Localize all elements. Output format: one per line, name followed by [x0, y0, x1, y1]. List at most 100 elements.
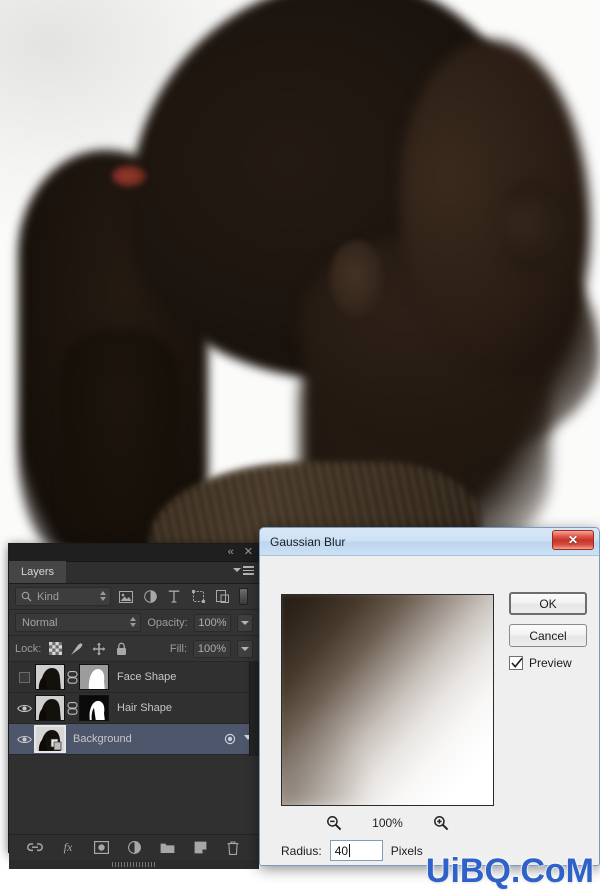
- layer-style-fx-icon[interactable]: fx: [60, 840, 76, 856]
- layer-list-empty-area: [9, 756, 259, 834]
- silhouette-hairband: [112, 165, 146, 187]
- eye-icon: [17, 734, 32, 745]
- layer-visibility-toggle[interactable]: [13, 703, 35, 714]
- preview-checkbox[interactable]: [509, 656, 523, 670]
- layer-list-scrollbar[interactable]: [249, 662, 259, 756]
- filter-kind-label: Kind: [37, 590, 60, 603]
- fill-value[interactable]: 100%: [193, 639, 231, 658]
- layer-filter-row: Kind: [9, 584, 259, 610]
- lock-image-pixels-icon[interactable]: [69, 641, 85, 657]
- shape-layer-filter-icon[interactable]: [189, 588, 207, 606]
- layer-visibility-toggle[interactable]: [13, 734, 35, 745]
- layer-name: Hair Shape: [117, 702, 173, 714]
- filter-kind-spinner[interactable]: [100, 591, 106, 601]
- layer-link-icon[interactable]: [65, 701, 79, 715]
- blend-mode-row: Normal Opacity: 100%: [9, 610, 259, 636]
- table-row[interactable]: Background: [9, 724, 259, 755]
- search-icon: [21, 591, 32, 602]
- panel-resize-grip[interactable]: [9, 860, 259, 869]
- text-caret: [349, 844, 351, 857]
- close-icon-glyph: ✕: [567, 533, 579, 547]
- close-icon[interactable]: ✕: [552, 530, 594, 550]
- zoom-out-icon[interactable]: [326, 815, 342, 831]
- layer-link-icon[interactable]: [65, 670, 79, 684]
- gaussian-blur-dialog: Gaussian Blur ✕ 100% Radius: 40 Pixels O…: [259, 527, 600, 866]
- tab-layers[interactable]: Layers: [9, 561, 67, 583]
- close-panel-icon[interactable]: ✕: [244, 546, 253, 558]
- dialog-body: 100% Radius: 40 Pixels OK Cancel Preview: [260, 556, 599, 865]
- type-layer-filter-icon[interactable]: [165, 588, 183, 606]
- lock-position-icon[interactable]: [91, 641, 107, 657]
- eye-icon: [17, 703, 32, 714]
- fill-dropdown-button[interactable]: [237, 639, 253, 658]
- panel-menu-icon[interactable]: [233, 566, 254, 575]
- adjustment-layer-filter-icon[interactable]: [141, 588, 159, 606]
- eye-off-icon: [18, 671, 30, 683]
- layers-panel-tabrow: Layers: [9, 561, 259, 584]
- filter-toggle-switch[interactable]: [239, 588, 248, 605]
- layer-list: Face Shape Hair Shape Background: [9, 662, 259, 756]
- dialog-titlebar[interactable]: Gaussian Blur ✕: [260, 528, 599, 556]
- lock-row: Lock: Fill: 100%: [9, 636, 259, 662]
- silhouette-ear: [330, 240, 384, 318]
- link-layers-icon[interactable]: [27, 840, 43, 856]
- ok-button[interactable]: OK: [509, 592, 587, 615]
- lock-label: Lock:: [15, 642, 42, 655]
- opacity-label: Opacity:: [147, 616, 188, 629]
- grip-dots-icon: [112, 862, 156, 867]
- layers-panel-titlebar: « ✕: [9, 544, 259, 562]
- layers-panel: « ✕ Layers Kind Normal Opacity: 100% Loc…: [8, 543, 260, 869]
- dialog-button-column: OK Cancel Preview: [509, 592, 589, 670]
- fill-label: Fill:: [169, 642, 187, 655]
- delete-layer-icon[interactable]: [225, 840, 241, 856]
- collapse-panel-icon[interactable]: «: [228, 546, 234, 558]
- preview-zoom-controls: 100%: [281, 812, 494, 834]
- layers-panel-toolbar: fx: [9, 834, 259, 860]
- lock-transparent-pixels-icon[interactable]: [47, 641, 63, 657]
- layer-thumbnail[interactable]: [35, 664, 65, 690]
- lock-all-icon: [224, 733, 237, 748]
- new-group-icon[interactable]: [159, 840, 175, 856]
- table-row[interactable]: Face Shape: [9, 662, 259, 693]
- blend-mode-spinner[interactable]: [130, 617, 137, 627]
- preview-image-shading: [282, 595, 493, 805]
- layer-mask-thumbnail[interactable]: [79, 695, 109, 721]
- cancel-button[interactable]: Cancel: [509, 624, 587, 647]
- preview-checkbox-row[interactable]: Preview: [509, 656, 589, 670]
- table-row[interactable]: Hair Shape: [9, 693, 259, 724]
- new-adjustment-layer-icon[interactable]: [126, 840, 142, 856]
- tab-layers-label: Layers: [21, 566, 55, 578]
- dialog-title: Gaussian Blur: [270, 534, 346, 549]
- blend-mode-value: Normal: [22, 616, 58, 629]
- layer-visibility-toggle[interactable]: [13, 671, 35, 683]
- hamburger-icon: [243, 566, 254, 575]
- chevron-down-icon: [241, 620, 250, 625]
- layer-mask-thumbnail[interactable]: [79, 664, 109, 690]
- radius-units-label: Pixels: [390, 843, 423, 858]
- blur-preview-pane[interactable]: [281, 594, 494, 806]
- new-layer-icon[interactable]: [192, 840, 208, 856]
- layer-name: Background: [73, 733, 132, 745]
- lock-all-icon[interactable]: [113, 641, 129, 657]
- preview-checkbox-label: Preview: [529, 656, 572, 670]
- add-layer-mask-icon[interactable]: [93, 840, 109, 856]
- zoom-level-label: 100%: [372, 816, 403, 830]
- layer-name: Face Shape: [117, 671, 177, 683]
- radius-control-row: Radius: 40 Pixels: [281, 840, 423, 861]
- layer-thumbnail[interactable]: [35, 695, 65, 721]
- screenshot-root: « ✕ Layers Kind Normal Opacity: 100% Loc…: [0, 0, 600, 893]
- zoom-in-icon[interactable]: [433, 815, 449, 831]
- radius-value: 40: [334, 843, 349, 858]
- chevron-down-icon: [241, 646, 249, 651]
- chevron-down-icon: [233, 568, 241, 573]
- opacity-value[interactable]: 100%: [193, 613, 232, 632]
- opacity-dropdown-button[interactable]: [237, 613, 253, 632]
- smart-object-filter-icon[interactable]: [213, 588, 231, 606]
- layer-thumbnail[interactable]: [34, 725, 66, 753]
- photo-canvas: [0, 0, 600, 545]
- radius-input[interactable]: 40: [329, 840, 383, 861]
- blend-mode-select[interactable]: Normal: [15, 613, 142, 632]
- filter-kind-select[interactable]: Kind: [15, 587, 111, 606]
- pixel-layer-filter-icon[interactable]: [117, 588, 135, 606]
- radius-label: Radius:: [281, 843, 322, 858]
